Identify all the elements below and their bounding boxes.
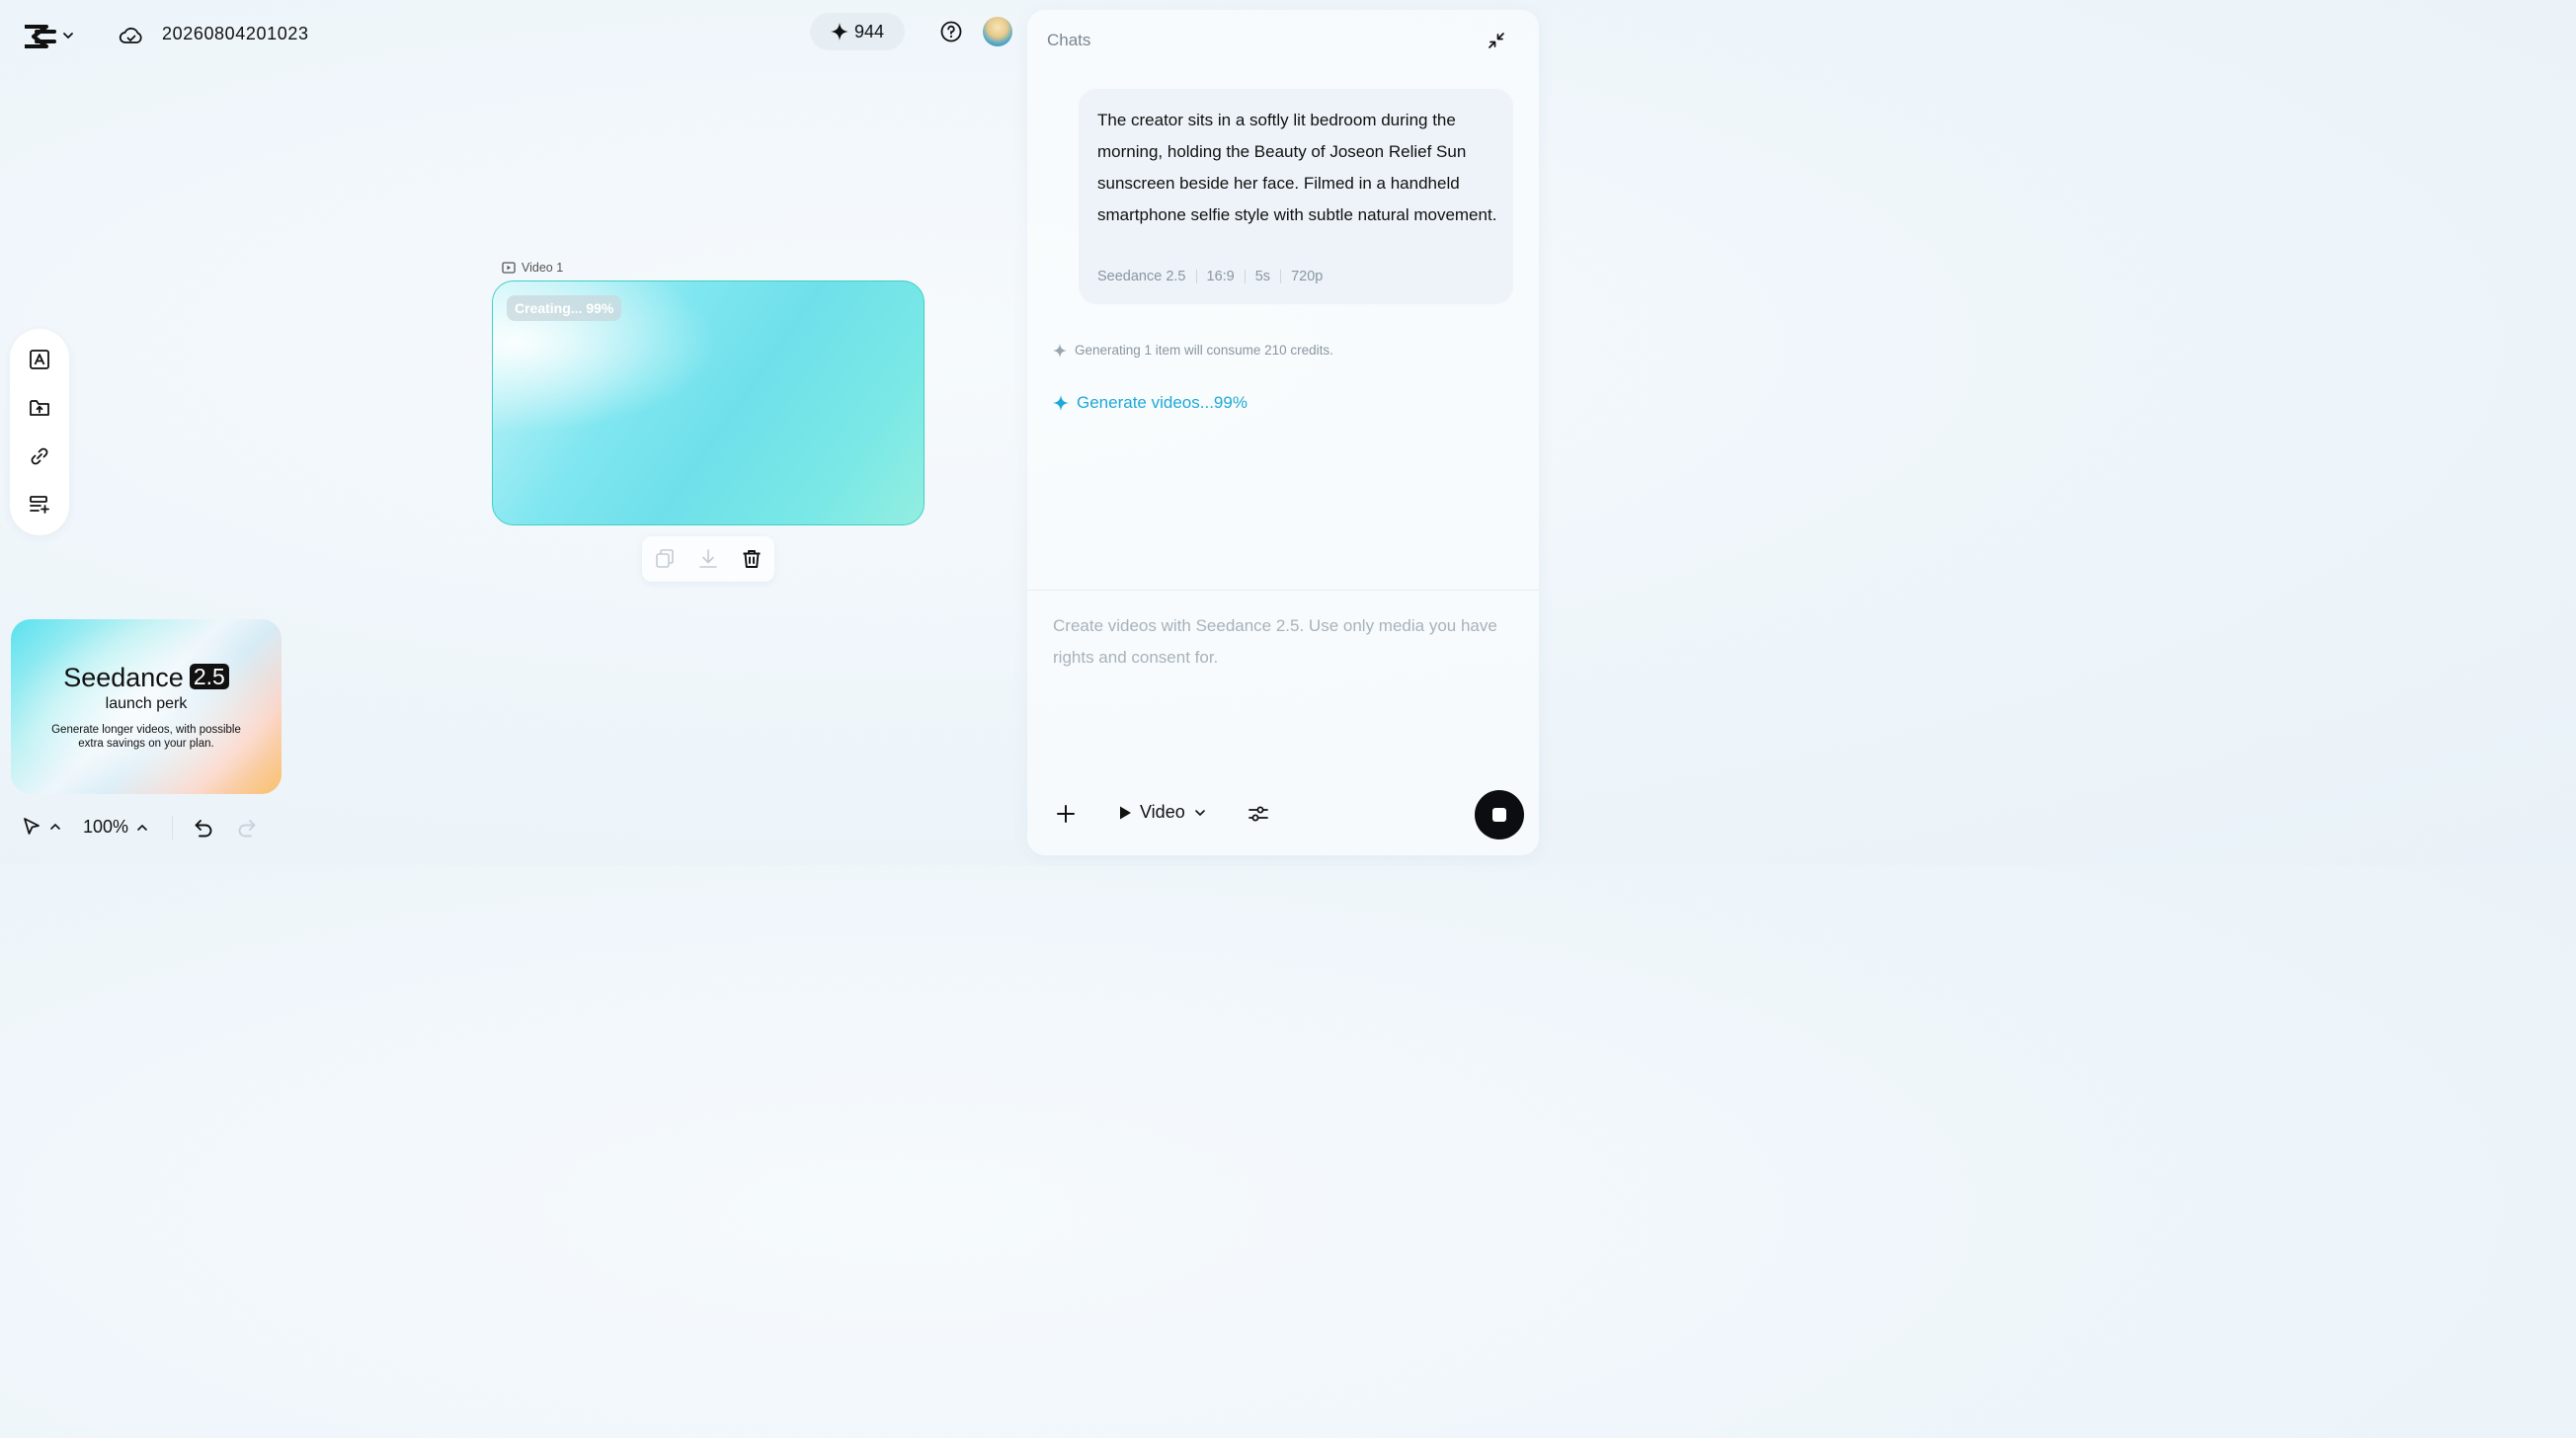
promo-card[interactable]: Seedance 2.5 launch perk Generate longer … [11, 619, 282, 794]
add-list-icon[interactable] [27, 492, 52, 518]
generate-status: Generate videos...99% [1053, 393, 1248, 413]
project-name[interactable]: 20260804201023 [162, 24, 309, 44]
sliders-icon [1248, 803, 1269, 825]
mode-label: Video [1140, 802, 1185, 822]
user-message-text: The creator sits in a softly lit bedroom… [1097, 111, 1497, 224]
stop-generation-button[interactable] [1475, 790, 1524, 839]
promo-subtitle: launch perk [105, 695, 188, 712]
chat-panel-title: Chats [1047, 31, 1091, 49]
redo-icon[interactable] [235, 816, 259, 839]
credits-count: 944 [853, 21, 885, 41]
meta-aspect-ratio: 16:9 [1206, 269, 1235, 284]
video-actions-toolbar [642, 536, 774, 582]
chevron-up-icon [49, 821, 61, 833]
app-logo-menu[interactable] [22, 20, 75, 51]
mode-select[interactable]: Video [1118, 802, 1207, 823]
video-label[interactable]: Video 1 [502, 261, 563, 275]
capcut-logo-icon [22, 20, 57, 51]
sparkle-icon [1053, 395, 1069, 411]
select-tool-button[interactable] [22, 816, 61, 838]
stop-icon [1492, 808, 1506, 822]
meta-divider [1280, 270, 1282, 283]
sparkle-icon [1053, 343, 1067, 358]
video-placeholder[interactable]: Creating... 99% [492, 280, 925, 525]
undo-icon[interactable] [192, 816, 215, 839]
text-box-icon[interactable] [27, 347, 52, 372]
settings-button[interactable] [1248, 803, 1269, 825]
avatar[interactable] [983, 17, 1012, 46]
video-title: Video 1 [522, 261, 564, 275]
copy-icon[interactable] [653, 547, 677, 571]
meta-model: Seedance 2.5 [1097, 269, 1186, 284]
meta-resolution: 720p [1291, 269, 1324, 284]
promo-version-badge: 2.5 [189, 664, 229, 689]
delete-icon[interactable] [740, 547, 764, 571]
generate-status-text: Generate videos...99% [1077, 393, 1248, 412]
promo-title-text: Seedance [63, 663, 184, 692]
prompt-input[interactable] [1053, 610, 1517, 768]
user-message-bubble: The creator sits in a softly lit bedroom… [1079, 89, 1513, 304]
chevron-up-icon [136, 822, 148, 834]
promo-description: Generate longer videos, with possible ex… [51, 724, 241, 750]
plus-icon [1055, 803, 1077, 825]
chevron-down-icon [1193, 806, 1207, 820]
message-meta: Seedance 2.5 16:9 5s 720p [1097, 269, 1323, 284]
cloud-sync-icon[interactable] [119, 24, 144, 47]
credit-note: Generating 1 item will consume 210 credi… [1053, 343, 1333, 358]
status-badge: Creating... 99% [507, 295, 622, 321]
collapse-icon[interactable] [1487, 31, 1506, 50]
meta-divider [1244, 270, 1246, 283]
zoom-select[interactable]: 100% [83, 817, 148, 838]
divider [172, 816, 173, 839]
upload-folder-icon[interactable] [27, 395, 52, 421]
meta-divider [1195, 270, 1197, 283]
left-toolbar [10, 329, 69, 535]
chat-panel: Chats The creator sits in a softly lit b… [1027, 10, 1539, 855]
zoom-level: 100% [83, 817, 129, 837]
link-icon[interactable] [27, 443, 52, 469]
download-icon[interactable] [696, 547, 720, 571]
credit-note-text: Generating 1 item will consume 210 credi… [1075, 343, 1333, 358]
cursor-arrow-icon [22, 816, 41, 838]
video-frame-icon [502, 262, 516, 274]
play-icon [1118, 805, 1132, 821]
credits-button[interactable]: 944 [810, 13, 905, 50]
divider [1027, 590, 1539, 591]
meta-duration: 5s [1254, 269, 1271, 284]
help-icon[interactable] [939, 20, 963, 43]
chevron-down-icon [61, 29, 75, 42]
sparkle-icon [830, 23, 848, 40]
add-media-button[interactable] [1055, 803, 1077, 825]
promo-title: Seedance 2.5 [11, 663, 282, 693]
